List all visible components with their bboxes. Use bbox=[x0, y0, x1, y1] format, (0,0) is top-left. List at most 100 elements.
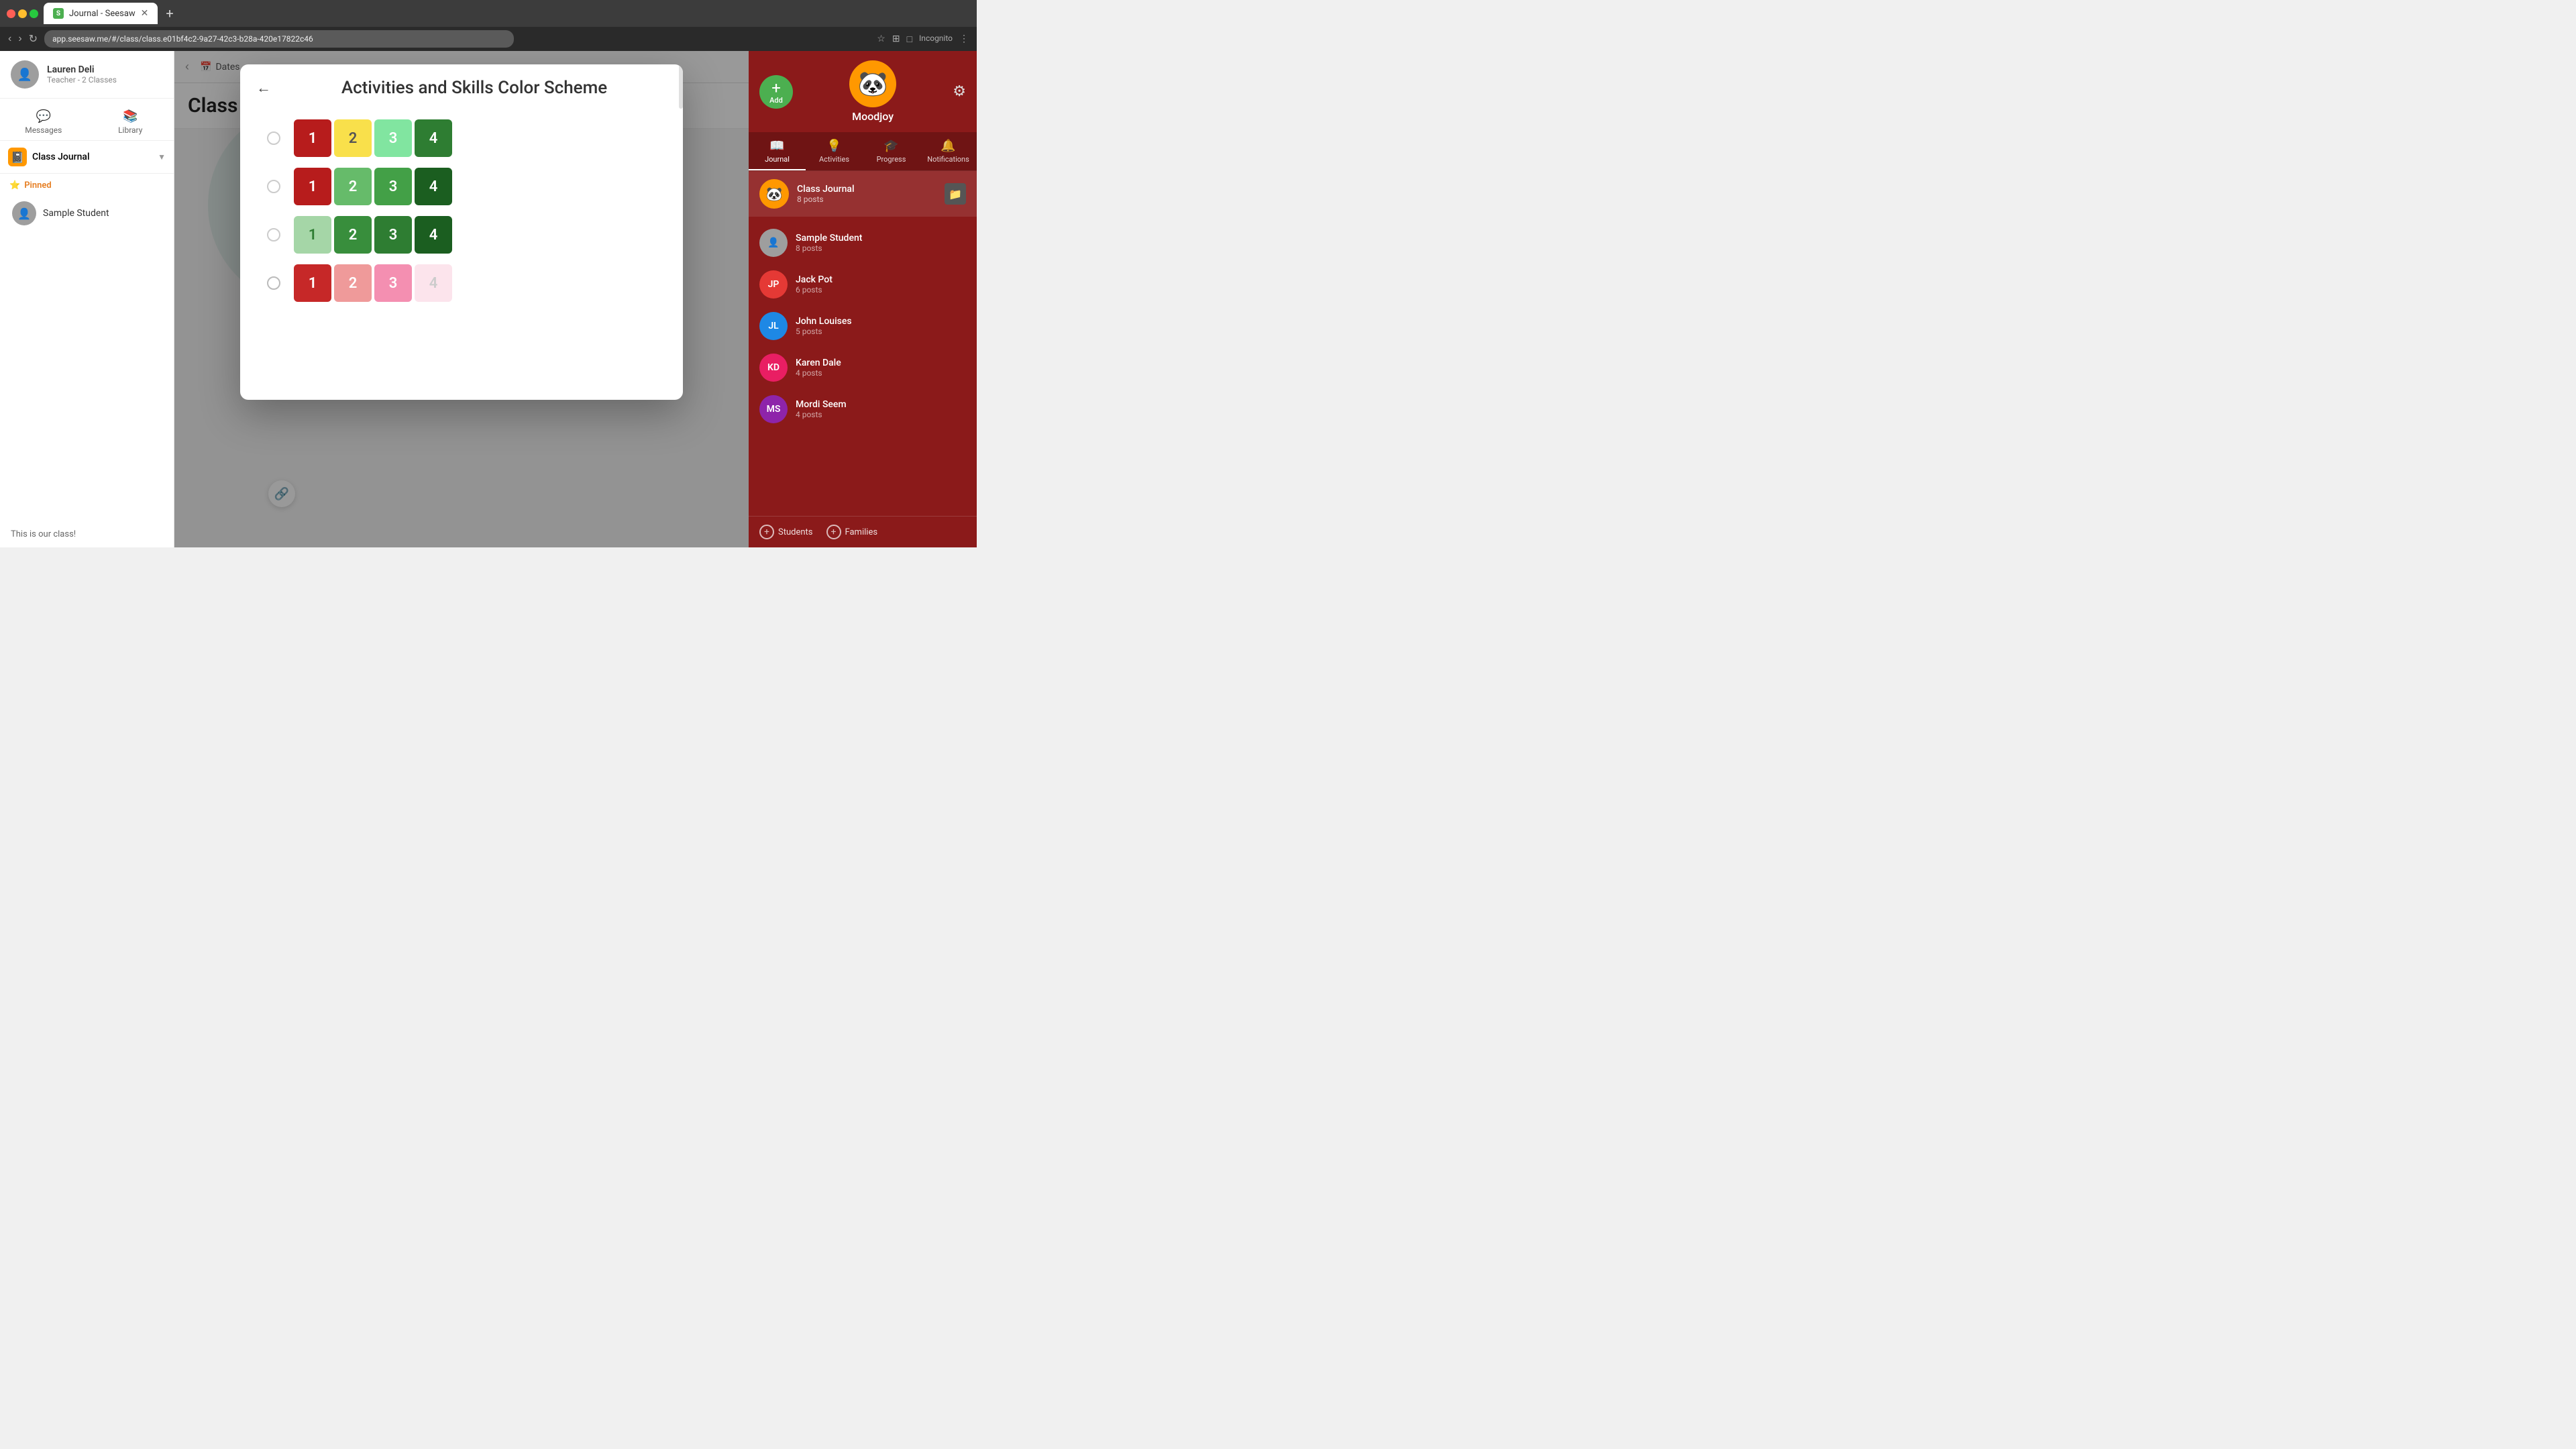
sidebar-nav-tabs: 💬 Messages 📚 Library bbox=[0, 99, 174, 141]
student-name-ms: Mordi Seem bbox=[796, 399, 847, 410]
sample-student-name: Sample Student bbox=[43, 208, 109, 219]
right-sidebar: + Add 🐼 Moodjoy ⚙ 📖 Journal 💡 Activities… bbox=[749, 51, 977, 547]
main-content: ‹ 📅 Dates Class Journal 🔗 ← Activities a… bbox=[174, 51, 749, 547]
class-description: This is our class! bbox=[0, 521, 174, 547]
student-row[interactable]: JL John Louises 5 posts bbox=[749, 305, 977, 347]
right-nav-tabs: 📖 Journal 💡 Activities 🎓 Progress 🔔 Noti… bbox=[749, 132, 977, 171]
swatch-4-3: 3 bbox=[374, 264, 412, 302]
reload-button[interactable]: ↻ bbox=[29, 32, 38, 46]
tab-journal[interactable]: 📖 Journal bbox=[749, 132, 806, 170]
tab-favicon: S bbox=[53, 8, 64, 19]
activities-tab-label: Activities bbox=[819, 155, 849, 164]
swatch-3-1: 1 bbox=[294, 216, 331, 254]
url-bar[interactable]: app.seesaw.me/#/class/class.e01bf4c2-9a2… bbox=[44, 30, 514, 48]
modal-header: ← Activities and Skills Color Scheme bbox=[240, 64, 683, 109]
color-scheme-radio-1[interactable] bbox=[267, 131, 280, 145]
color-scheme-row-2: 1 2 3 4 bbox=[267, 168, 656, 205]
color-scheme-radio-3[interactable] bbox=[267, 228, 280, 241]
swatch-4-2: 2 bbox=[334, 264, 372, 302]
profile-icon[interactable]: □ bbox=[907, 34, 912, 45]
bookmark-icon[interactable]: ☆ bbox=[877, 34, 885, 45]
student-posts-jl: 5 posts bbox=[796, 327, 852, 336]
student-info-kd: Karen Dale 4 posts bbox=[796, 358, 841, 378]
add-students-button[interactable]: + Students bbox=[759, 525, 813, 539]
modal-back-button[interactable]: ← bbox=[256, 79, 271, 97]
back-navigation-button[interactable]: ‹ bbox=[8, 33, 11, 45]
color-scheme-row-1: 1 2 3 4 bbox=[267, 119, 656, 157]
window-minimize-button[interactable] bbox=[18, 9, 27, 18]
browser-tab[interactable]: S Journal - Seesaw ✕ bbox=[44, 3, 158, 24]
modal-overlay[interactable]: ← Activities and Skills Color Scheme 1 2… bbox=[174, 51, 749, 547]
modal-title: Activities and Skills Color Scheme bbox=[282, 78, 667, 98]
library-icon: 📚 bbox=[123, 109, 138, 123]
student-avatar-kd: KD bbox=[759, 354, 788, 382]
class-selector[interactable]: 📓 Class Journal ▼ bbox=[0, 141, 174, 174]
swatch-1-3: 3 bbox=[374, 119, 412, 157]
notifications-tab-icon: 🔔 bbox=[941, 139, 955, 153]
color-swatches-1: 1 2 3 4 bbox=[294, 119, 452, 157]
add-icon: + bbox=[771, 78, 781, 97]
color-swatches-2: 1 2 3 4 bbox=[294, 168, 452, 205]
new-tab-button[interactable]: + bbox=[166, 5, 173, 21]
moodjoy-logo: 🐼 Moodjoy bbox=[849, 60, 896, 123]
tab-notifications[interactable]: 🔔 Notifications bbox=[920, 132, 977, 170]
student-row[interactable]: 👤 Sample Student 8 posts bbox=[749, 222, 977, 264]
add-students-label: Students bbox=[778, 527, 813, 537]
pinned-student-item[interactable]: 👤 Sample Student bbox=[9, 196, 164, 231]
add-button[interactable]: + Add bbox=[759, 75, 793, 109]
swatch-3-4: 4 bbox=[415, 216, 452, 254]
student-info-jl: John Louises 5 posts bbox=[796, 316, 852, 336]
color-scheme-modal: ← Activities and Skills Color Scheme 1 2… bbox=[240, 64, 683, 400]
sidebar-item-messages[interactable]: 💬 Messages bbox=[0, 104, 87, 140]
student-row[interactable]: JP Jack Pot 6 posts bbox=[749, 264, 977, 305]
moodjoy-name: Moodjoy bbox=[852, 110, 894, 123]
student-row[interactable]: MS Mordi Seem 4 posts bbox=[749, 388, 977, 430]
browser-action-icons: ☆ ⊞ □ Incognito ⋮ bbox=[877, 34, 969, 45]
class-journal-name: Class Journal bbox=[797, 184, 855, 195]
student-posts-ms: 4 posts bbox=[796, 410, 847, 419]
swatch-2-3: 3 bbox=[374, 168, 412, 205]
swatch-3-2: 2 bbox=[334, 216, 372, 254]
add-families-button[interactable]: + Families bbox=[826, 525, 878, 539]
extensions-icon[interactable]: ⊞ bbox=[892, 34, 900, 45]
swatch-2-1: 1 bbox=[294, 168, 331, 205]
pin-icon: ⭐ bbox=[9, 180, 20, 191]
student-info-ss: Sample Student 8 posts bbox=[796, 233, 862, 253]
moodjoy-avatar: 🐼 bbox=[849, 60, 896, 107]
swatch-1-2: 2 bbox=[334, 119, 372, 157]
tab-close-button[interactable]: ✕ bbox=[141, 8, 149, 19]
class-name: Class Journal bbox=[32, 152, 152, 162]
class-journal-avatar: 🐼 bbox=[759, 179, 789, 209]
class-icon: 📓 bbox=[8, 148, 27, 166]
student-name-kd: Karen Dale bbox=[796, 358, 841, 368]
user-role: Teacher - 2 Classes bbox=[47, 75, 117, 85]
student-row[interactable]: KD Karen Dale 4 posts bbox=[749, 347, 977, 388]
tab-progress[interactable]: 🎓 Progress bbox=[863, 132, 920, 170]
student-posts-jp: 6 posts bbox=[796, 285, 833, 294]
library-label: Library bbox=[118, 125, 142, 135]
student-name-jp: Jack Pot bbox=[796, 274, 833, 285]
swatch-4-4: 4 bbox=[415, 264, 452, 302]
menu-icon[interactable]: ⋮ bbox=[959, 34, 969, 45]
tab-activities[interactable]: 💡 Activities bbox=[806, 132, 863, 170]
scroll-indicator bbox=[679, 64, 683, 109]
progress-tab-label: Progress bbox=[877, 155, 906, 164]
url-text: app.seesaw.me/#/class/class.e01bf4c2-9a2… bbox=[52, 34, 313, 44]
student-info-ms: Mordi Seem 4 posts bbox=[796, 399, 847, 419]
class-journal-item[interactable]: 🐼 Class Journal 8 posts 📁 bbox=[749, 171, 977, 217]
color-scheme-radio-2[interactable] bbox=[267, 180, 280, 193]
swatch-2-4: 4 bbox=[415, 168, 452, 205]
settings-icon[interactable]: ⚙ bbox=[953, 83, 966, 100]
forward-navigation-button[interactable]: › bbox=[18, 33, 21, 45]
right-sidebar-bottom: + Students + Families bbox=[749, 516, 977, 547]
class-journal-folder-icon[interactable]: 📁 bbox=[945, 183, 966, 205]
left-sidebar: 👤 Lauren Deli Teacher - 2 Classes 💬 Mess… bbox=[0, 51, 174, 547]
add-students-icon: + bbox=[759, 525, 774, 539]
student-avatar-jl: JL bbox=[759, 312, 788, 340]
color-scheme-radio-4[interactable] bbox=[267, 276, 280, 290]
color-swatches-4: 1 2 3 4 bbox=[294, 264, 452, 302]
address-bar: ‹ › ↻ app.seesaw.me/#/class/class.e01bf4… bbox=[0, 27, 977, 51]
sidebar-item-library[interactable]: 📚 Library bbox=[87, 104, 174, 140]
window-maximize-button[interactable] bbox=[30, 9, 38, 18]
window-close-button[interactable] bbox=[7, 9, 15, 18]
